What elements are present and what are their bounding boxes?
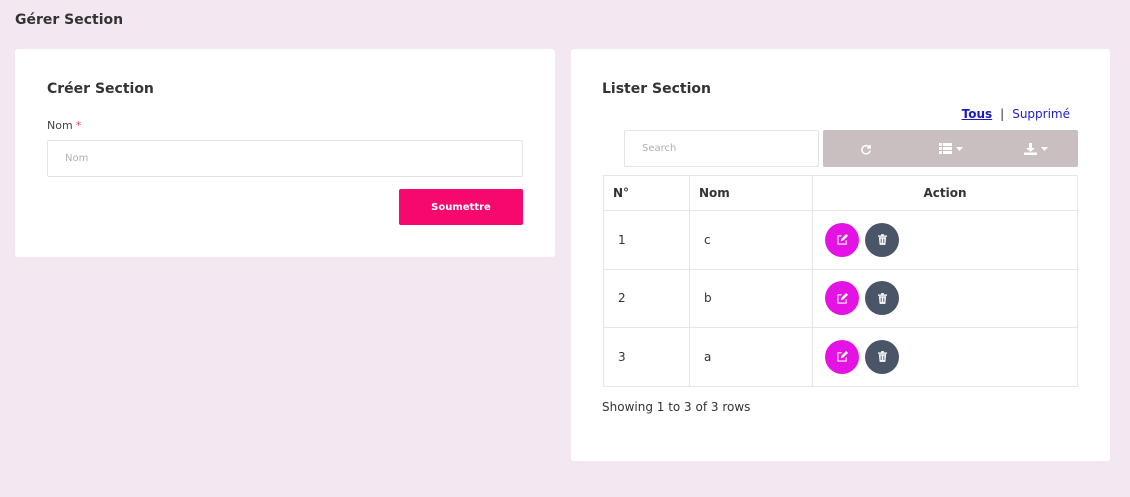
cell-action <box>812 210 1078 270</box>
delete-button[interactable] <box>865 281 899 316</box>
table-header-row: N° Nom Action <box>603 175 1078 211</box>
filter-deleted-link[interactable]: Supprimé <box>1012 107 1070 121</box>
column-header-nom[interactable]: Nom <box>689 175 813 211</box>
cell-nom: b <box>689 268 813 328</box>
search-input[interactable] <box>624 130 819 167</box>
cell-num: 1 <box>603 210 690 270</box>
cell-num: 3 <box>603 327 690 387</box>
delete-button[interactable] <box>865 222 899 257</box>
refresh-button[interactable] <box>823 130 908 167</box>
cell-action <box>812 327 1078 387</box>
cell-action <box>812 268 1078 328</box>
column-header-num[interactable]: N° <box>603 175 690 211</box>
table-row: 1 c <box>603 210 1078 270</box>
table-row: 3 a <box>603 327 1078 387</box>
columns-toggle-button[interactable] <box>908 130 993 167</box>
trash-icon <box>877 351 887 363</box>
table-row: 2 b <box>603 268 1078 328</box>
refresh-icon <box>860 144 871 155</box>
export-button[interactable] <box>993 130 1078 167</box>
edit-button[interactable] <box>825 222 859 257</box>
submit-button[interactable]: Soumettre <box>399 189 523 225</box>
edit-button[interactable] <box>825 281 859 316</box>
list-section-title: Lister Section <box>602 81 711 97</box>
filter-links: Tous | Supprimé <box>962 107 1070 121</box>
column-header-action: Action <box>812 175 1078 211</box>
cell-num: 2 <box>603 268 690 328</box>
required-asterisk: * <box>75 119 82 132</box>
filter-separator: | <box>1000 107 1005 121</box>
caret-down-icon <box>955 146 963 151</box>
caret-down-icon <box>1040 146 1048 151</box>
create-section-title: Créer Section <box>47 81 154 97</box>
create-section-card: Créer Section Nom* Soumettre <box>15 49 555 257</box>
table-toolbar <box>823 130 1078 167</box>
filter-all-link[interactable]: Tous <box>962 107 993 121</box>
nom-input[interactable] <box>47 140 523 177</box>
download-icon <box>1023 142 1037 155</box>
edit-icon <box>836 351 848 362</box>
sections-table: N° Nom Action 1 c 2 b 3 a <box>603 175 1078 387</box>
cell-nom: a <box>689 327 813 387</box>
edit-icon <box>836 234 848 245</box>
cell-nom: c <box>689 210 813 270</box>
list-section-card: Lister Section Tous | Supprimé Search N°… <box>571 49 1110 461</box>
edit-icon <box>836 292 848 304</box>
page-title: Gérer Section <box>15 12 124 28</box>
trash-icon <box>877 234 887 246</box>
pagination-info: Showing 1 to 3 of 3 rows <box>602 400 751 414</box>
edit-button[interactable] <box>825 339 859 374</box>
nom-field-label: Nom * <box>47 119 81 132</box>
nom-label-text: Nom <box>47 119 73 132</box>
trash-icon <box>877 292 887 304</box>
list-icon <box>938 143 952 154</box>
delete-button[interactable] <box>865 339 899 374</box>
